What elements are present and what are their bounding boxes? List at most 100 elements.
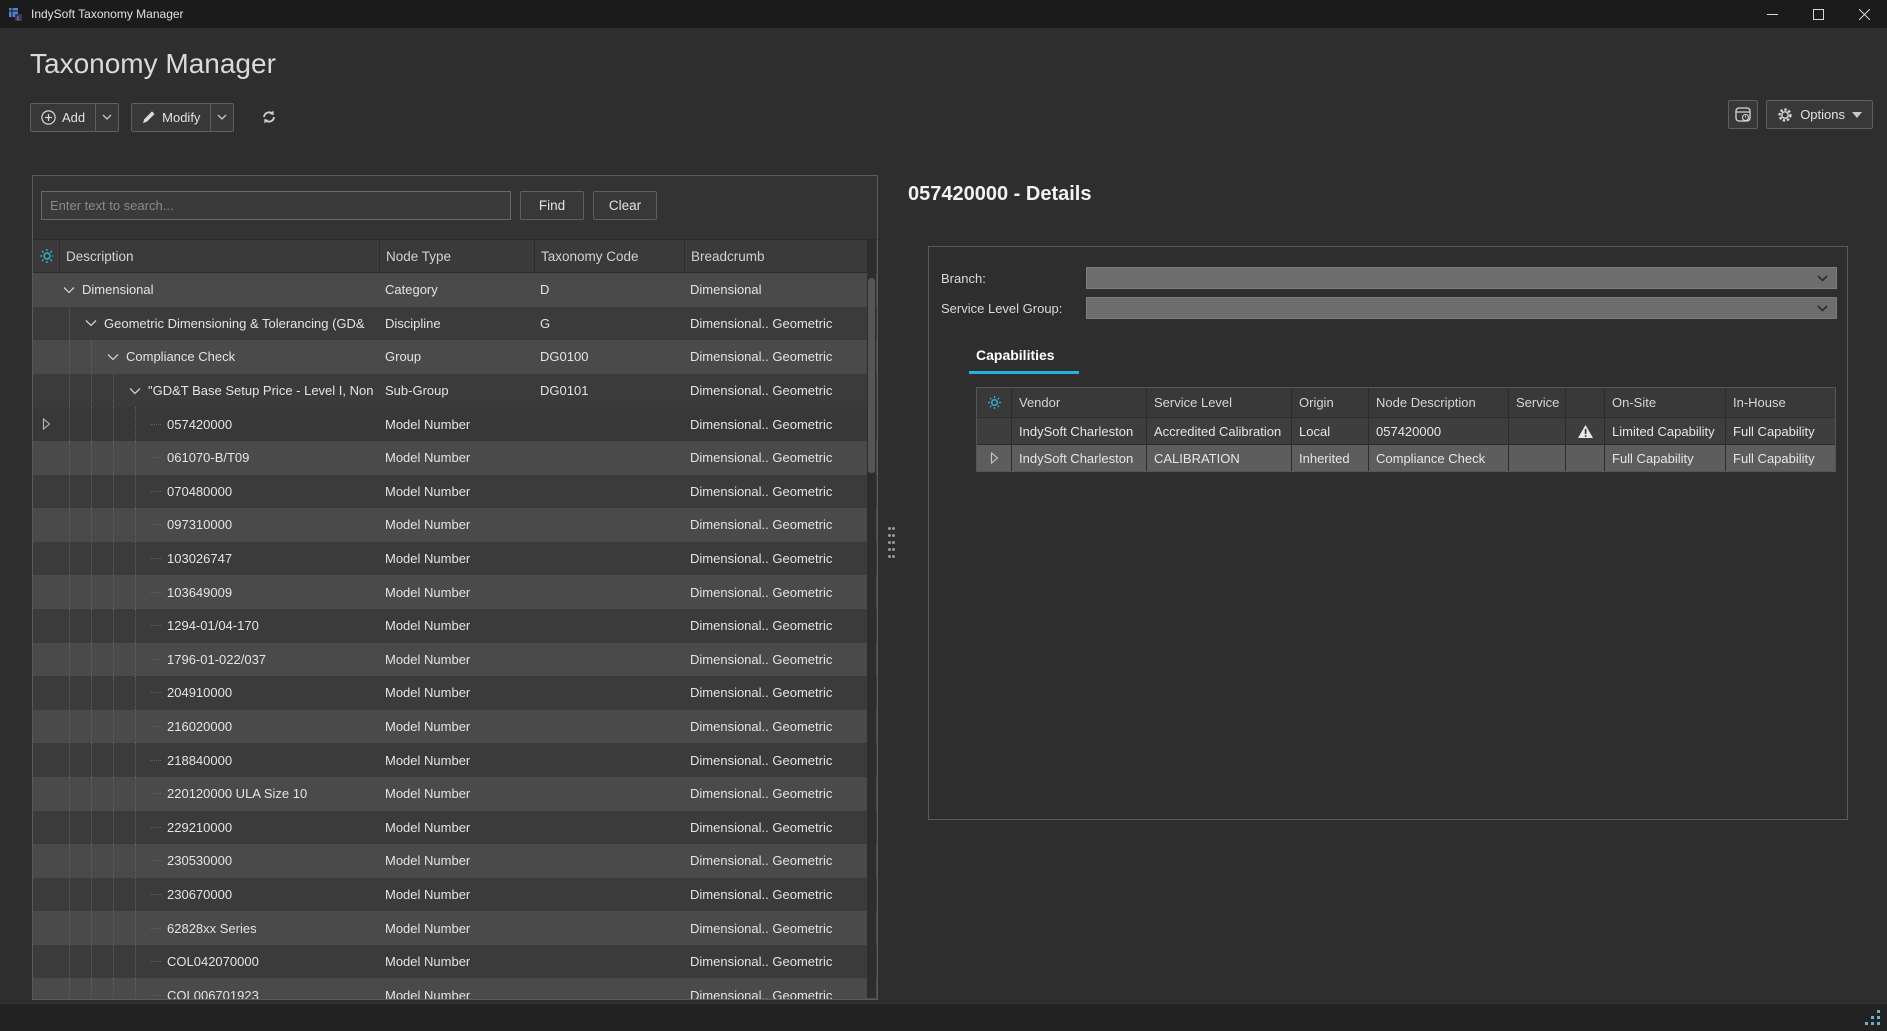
- row-indicator: [33, 609, 59, 643]
- tree-leaf-connector: [151, 726, 161, 727]
- column-header-service[interactable]: Service: [1508, 388, 1565, 417]
- breadcrumb-cell: Dimensional.. Geometric: [684, 676, 877, 710]
- table-row[interactable]: Dimensional Category D Dimensional: [33, 273, 877, 307]
- close-button[interactable]: [1841, 0, 1887, 28]
- node-type-cell: Model Number: [379, 777, 534, 811]
- tree-indent-guide: [135, 743, 147, 777]
- column-header-service-level[interactable]: Service Level: [1146, 388, 1291, 417]
- options-button[interactable]: Options: [1766, 100, 1873, 129]
- tree-indent-guide: [113, 676, 125, 710]
- table-row[interactable]: "GD&T Base Setup Price - Level I, Non Su…: [33, 374, 877, 408]
- expand-chevron-icon[interactable]: [107, 353, 119, 361]
- taxonomy-code-cell: [534, 777, 684, 811]
- table-row[interactable]: 218840000 Model Number Dimensional.. Geo…: [33, 743, 877, 777]
- in-house-cell: Full Capability: [1725, 418, 1837, 444]
- column-header-taxonomy-code[interactable]: Taxonomy Code: [534, 240, 684, 272]
- breadcrumb-cell: Dimensional.. Geometric: [684, 609, 877, 643]
- tree-node-label: 097310000: [167, 517, 232, 532]
- table-row[interactable]: 230670000 Model Number Dimensional.. Geo…: [33, 878, 877, 912]
- expand-chevron-icon[interactable]: [85, 319, 97, 327]
- breadcrumb-cell: Dimensional.. Geometric: [684, 978, 877, 999]
- tree-leaf-connector: [151, 928, 161, 929]
- column-header-warning[interactable]: [1565, 388, 1604, 417]
- grid-customize-button[interactable]: [977, 388, 1011, 417]
- tree-indent-guide: [91, 609, 103, 643]
- table-row[interactable]: 1294-01/04-170 Model Number Dimensional.…: [33, 609, 877, 643]
- tree-indent-guide: [113, 811, 125, 845]
- column-header-node-type[interactable]: Node Type: [379, 240, 534, 272]
- clear-button[interactable]: Clear: [593, 191, 657, 220]
- resize-grip-icon[interactable]: [1865, 1010, 1881, 1026]
- tree-node-label: Dimensional: [82, 282, 154, 297]
- table-row[interactable]: 061070-B/T09 Model Number Dimensional.. …: [33, 441, 877, 475]
- vertical-scrollbar[interactable]: [867, 240, 876, 998]
- column-header-description[interactable]: Description: [59, 240, 379, 272]
- modify-dropdown-button[interactable]: [211, 103, 234, 132]
- tree-leaf-connector: [151, 491, 161, 492]
- table-row[interactable]: 229210000 Model Number Dimensional.. Geo…: [33, 811, 877, 845]
- table-row[interactable]: COL006701923 Model Number Dimensional.. …: [33, 978, 877, 999]
- taxonomy-code-cell: [534, 811, 684, 845]
- row-indicator[interactable]: [977, 418, 1011, 444]
- tree-indent-guide: [113, 945, 125, 979]
- tree-node-label: 070480000: [167, 484, 232, 499]
- expand-chevron-icon[interactable]: [63, 286, 75, 294]
- branch-label: Branch:: [941, 271, 1086, 286]
- table-row[interactable]: 097310000 Model Number Dimensional.. Geo…: [33, 508, 877, 542]
- grid-customize-button[interactable]: [33, 240, 59, 272]
- row-indicator[interactable]: [977, 445, 1011, 471]
- column-header-on-site[interactable]: On-Site: [1604, 388, 1725, 417]
- tree-indent-guide: [69, 307, 81, 341]
- table-row[interactable]: 204910000 Model Number Dimensional.. Geo…: [33, 676, 877, 710]
- tree-indent-guide: [135, 542, 147, 576]
- tree-indent-guide: [69, 407, 81, 441]
- table-row[interactable]: Geometric Dimensioning & Tolerancing (GD…: [33, 307, 877, 341]
- schedule-button[interactable]: [1728, 100, 1758, 129]
- table-row[interactable]: 1796-01-022/037 Model Number Dimensional…: [33, 643, 877, 677]
- modify-button[interactable]: Modify: [131, 103, 211, 132]
- table-row[interactable]: 057420000 Model Number Dimensional.. Geo…: [33, 407, 877, 441]
- warning-cell: [1565, 445, 1604, 471]
- table-row[interactable]: 070480000 Model Number Dimensional.. Geo…: [33, 475, 877, 509]
- refresh-button[interactable]: [250, 103, 288, 132]
- node-type-cell: Model Number: [379, 575, 534, 609]
- panel-splitter[interactable]: [880, 175, 906, 1000]
- column-header-breadcrumb[interactable]: Breadcrumb: [684, 240, 877, 272]
- branch-dropdown[interactable]: [1086, 267, 1837, 289]
- taxonomy-code-cell: [534, 911, 684, 945]
- table-row[interactable]: 103649009 Model Number Dimensional.. Geo…: [33, 575, 877, 609]
- table-row[interactable]: 220120000 ULA Size 10 Model Number Dimen…: [33, 777, 877, 811]
- search-input[interactable]: [41, 191, 511, 220]
- table-row[interactable]: 216020000 Model Number Dimensional.. Geo…: [33, 710, 877, 744]
- table-row[interactable]: Compliance Check Group DG0100 Dimensiona…: [33, 340, 877, 374]
- breadcrumb-cell: Dimensional.. Geometric: [684, 811, 877, 845]
- table-row[interactable]: IndySoft Charleston Accredited Calibrati…: [977, 417, 1835, 444]
- minimize-button[interactable]: [1749, 0, 1795, 28]
- breadcrumb-cell: Dimensional.. Geometric: [684, 945, 877, 979]
- tab-capabilities[interactable]: Capabilities: [976, 347, 1055, 363]
- expand-chevron-icon[interactable]: [129, 387, 141, 395]
- table-row[interactable]: 62828xx Series Model Number Dimensional.…: [33, 911, 877, 945]
- service-level-group-dropdown[interactable]: [1086, 297, 1837, 319]
- add-dropdown-button[interactable]: [96, 103, 119, 132]
- breadcrumb-cell: Dimensional.. Geometric: [684, 710, 877, 744]
- table-row[interactable]: COL042070000 Model Number Dimensional.. …: [33, 945, 877, 979]
- tree-indent-guide: [69, 978, 81, 999]
- row-indicator: [33, 307, 59, 341]
- tree-description-cell: 1294-01/04-170: [59, 609, 379, 643]
- scrollbar-thumb[interactable]: [868, 278, 875, 473]
- column-header-vendor[interactable]: Vendor: [1011, 388, 1146, 417]
- maximize-button[interactable]: [1795, 0, 1841, 28]
- table-row[interactable]: 103026747 Model Number Dimensional.. Geo…: [33, 542, 877, 576]
- tree-node-label: 230530000: [167, 853, 232, 868]
- tree-indent-guide: [91, 407, 103, 441]
- column-header-in-house[interactable]: In-House: [1725, 388, 1837, 417]
- column-header-node-description[interactable]: Node Description: [1368, 388, 1508, 417]
- find-button[interactable]: Find: [520, 191, 584, 220]
- tree-leaf-connector: [151, 961, 161, 962]
- column-header-origin[interactable]: Origin: [1291, 388, 1368, 417]
- table-row[interactable]: IndySoft Charleston CALIBRATION Inherite…: [977, 444, 1835, 471]
- table-row[interactable]: 230530000 Model Number Dimensional.. Geo…: [33, 844, 877, 878]
- tree-description-cell: 103649009: [59, 575, 379, 609]
- add-button[interactable]: Add: [30, 103, 96, 132]
